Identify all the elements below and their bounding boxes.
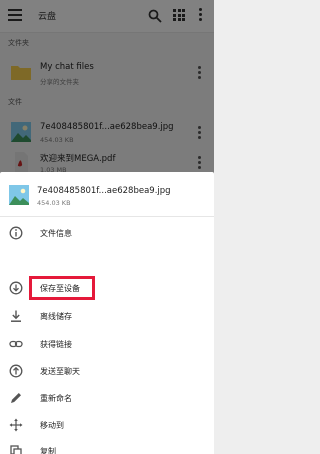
action-file-info[interactable]: 文件信息	[0, 220, 214, 246]
sheet-header: 7e408485801f...ae628bea9.jpg 454.03 KB	[0, 172, 214, 217]
link-icon	[9, 337, 23, 351]
action-label: 移动到	[40, 420, 64, 431]
action-get-link[interactable]: 获得链接	[0, 331, 214, 357]
action-label: 文件信息	[40, 228, 72, 239]
download-circle-icon	[9, 281, 23, 295]
highlight-box	[29, 276, 95, 300]
image-thumbnail-icon	[9, 185, 29, 205]
action-label: 复制	[40, 446, 56, 454]
offline-download-icon	[9, 309, 23, 323]
send-to-chat-icon	[9, 364, 23, 378]
action-label: 获得链接	[40, 339, 72, 350]
sheet-file-name: 7e408485801f...ae628bea9.jpg	[37, 186, 171, 196]
file-actions-sheet: 7e408485801f...ae628bea9.jpg 454.03 KB 文…	[0, 172, 214, 454]
action-move-to[interactable]: 移动到	[0, 412, 214, 438]
action-rename[interactable]: 重新命名	[0, 385, 214, 411]
action-label: 离线储存	[40, 311, 72, 322]
move-icon	[9, 418, 23, 432]
action-label: 重新命名	[40, 393, 72, 404]
sheet-file-size: 454.03 KB	[37, 199, 71, 207]
action-send-to-chat[interactable]: 发送至聊天	[0, 358, 214, 384]
copy-icon	[9, 444, 23, 454]
info-icon	[9, 226, 23, 240]
action-label: 发送至聊天	[40, 366, 80, 377]
action-copy[interactable]: 复制	[0, 438, 214, 454]
rename-pencil-icon	[9, 391, 23, 405]
action-offline-storage[interactable]: 离线储存	[0, 303, 214, 329]
